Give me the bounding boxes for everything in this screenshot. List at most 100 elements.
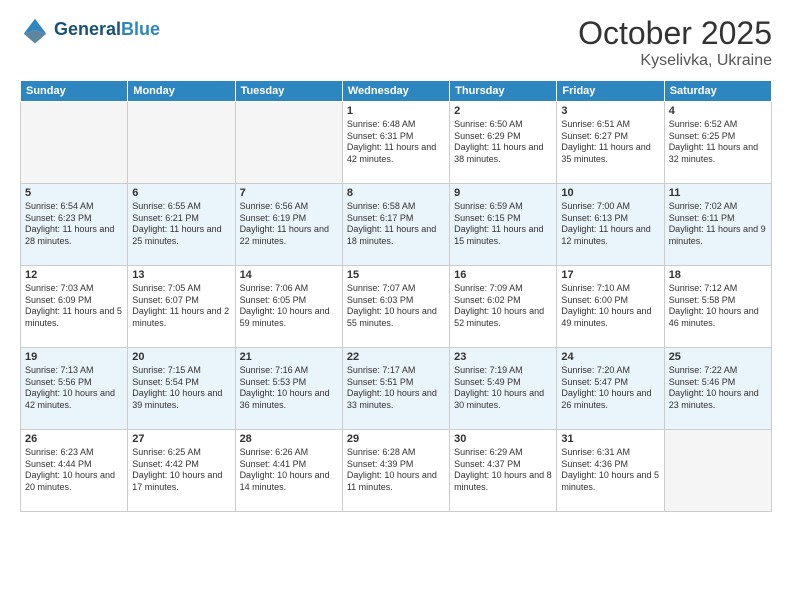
day-number: 9 — [454, 187, 552, 199]
calendar-cell: 1Sunrise: 6:48 AM Sunset: 6:31 PM Daylig… — [342, 102, 449, 184]
day-info: Sunrise: 6:50 AM Sunset: 6:29 PM Dayligh… — [454, 119, 552, 166]
day-info: Sunrise: 7:16 AM Sunset: 5:53 PM Dayligh… — [240, 365, 338, 412]
day-info: Sunrise: 6:48 AM Sunset: 6:31 PM Dayligh… — [347, 119, 445, 166]
calendar-cell: 22 Sunrise: 7:17 AM Sunset: 5:51 PM Dayli… — [342, 348, 449, 430]
week-row-4: 19 Sunrise: 7:13 AM Sunset: 5:56 PM Dayli… — [21, 348, 772, 430]
calendar-cell: 24Sunrise: 7:20 AM Sunset: 5:47 PM Dayli… — [557, 348, 664, 430]
day-info: Sunrise: 6:25 AM Sunset: 4:42 PM Dayligh… — [132, 447, 230, 494]
day-info: Sunrise: 6:31 AM Sunset: 4:36 PM Dayligh… — [561, 447, 659, 494]
calendar-cell: 15 Sunrise: 7:07 AM Sunset: 6:03 PM Dayli… — [342, 266, 449, 348]
day-number: 17 — [561, 269, 659, 281]
logo-line2: Blue — [121, 19, 160, 39]
day-info: Sunrise: 6:54 AM Sunset: 6:23 PM Dayligh… — [25, 201, 123, 248]
day-info: Sunrise: 7:09 AM Sunset: 6:02 PM Dayligh… — [454, 283, 552, 330]
calendar-cell — [21, 102, 128, 184]
calendar-cell: 26 Sunrise: 6:23 AM Sunset: 4:44 PM Dayli… — [21, 430, 128, 512]
week-row-1: 1Sunrise: 6:48 AM Sunset: 6:31 PM Daylig… — [21, 102, 772, 184]
day-number: 3 — [561, 105, 659, 117]
day-number: 11 — [669, 187, 767, 199]
day-number: 12 — [25, 269, 123, 281]
day-number: 28 — [240, 433, 338, 445]
day-number: 29 — [347, 433, 445, 445]
day-number: 16 — [454, 269, 552, 281]
calendar-cell: 3 Sunrise: 6:51 AM Sunset: 6:27 PM Daylig… — [557, 102, 664, 184]
day-number: 7 — [240, 187, 338, 199]
calendar-cell: 6 Sunrise: 6:55 AM Sunset: 6:21 PM Daylig… — [128, 184, 235, 266]
calendar-cell: 2 Sunrise: 6:50 AM Sunset: 6:29 PM Daylig… — [450, 102, 557, 184]
calendar-cell: 29 Sunrise: 6:28 AM Sunset: 4:39 PM Dayli… — [342, 430, 449, 512]
calendar-cell: 12 Sunrise: 7:03 AM Sunset: 6:09 PM Dayli… — [21, 266, 128, 348]
calendar-cell: 30Sunrise: 6:29 AM Sunset: 4:37 PM Dayli… — [450, 430, 557, 512]
day-number: 22 — [347, 351, 445, 363]
day-info: Sunrise: 7:00 AM Sunset: 6:13 PM Dayligh… — [561, 201, 659, 248]
title-block: October 2025 Kyselivka, Ukraine — [578, 15, 772, 70]
day-number: 10 — [561, 187, 659, 199]
day-number: 2 — [454, 105, 552, 117]
day-info: Sunrise: 6:51 AM Sunset: 6:27 PM Dayligh… — [561, 119, 659, 166]
day-number: 20 — [132, 351, 230, 363]
page: GeneralBlue October 2025 Kyselivka, Ukra… — [0, 0, 792, 612]
day-number: 27 — [132, 433, 230, 445]
week-row-2: 5 Sunrise: 6:54 AM Sunset: 6:23 PM Daylig… — [21, 184, 772, 266]
day-info: Sunrise: 7:06 AM Sunset: 6:05 PM Dayligh… — [240, 283, 338, 330]
weekday-header-monday: Monday — [128, 81, 235, 102]
day-number: 18 — [669, 269, 767, 281]
day-info: Sunrise: 7:10 AM Sunset: 6:00 PM Dayligh… — [561, 283, 659, 330]
day-info: Sunrise: 7:22 AM Sunset: 5:46 PM Dayligh… — [669, 365, 767, 412]
weekday-header-wednesday: Wednesday — [342, 81, 449, 102]
calendar-cell: 18 Sunrise: 7:12 AM Sunset: 5:58 PM Dayli… — [664, 266, 771, 348]
day-info: Sunrise: 7:03 AM Sunset: 6:09 PM Dayligh… — [25, 283, 123, 330]
day-info: Sunrise: 6:52 AM Sunset: 6:25 PM Dayligh… — [669, 119, 767, 166]
day-info: Sunrise: 7:15 AM Sunset: 5:54 PM Dayligh… — [132, 365, 230, 412]
weekday-header-thursday: Thursday — [450, 81, 557, 102]
calendar-cell: 19 Sunrise: 7:13 AM Sunset: 5:56 PM Dayli… — [21, 348, 128, 430]
day-info: Sunrise: 7:20 AM Sunset: 5:47 PM Dayligh… — [561, 365, 659, 412]
day-info: Sunrise: 7:13 AM Sunset: 5:56 PM Dayligh… — [25, 365, 123, 412]
day-number: 13 — [132, 269, 230, 281]
calendar-cell: 14 Sunrise: 7:06 AM Sunset: 6:05 PM Dayli… — [235, 266, 342, 348]
calendar-cell: 21Sunrise: 7:16 AM Sunset: 5:53 PM Dayli… — [235, 348, 342, 430]
day-info: Sunrise: 7:12 AM Sunset: 5:58 PM Dayligh… — [669, 283, 767, 330]
logo-icon — [20, 15, 50, 45]
calendar-cell: 9Sunrise: 6:59 AM Sunset: 6:15 PM Daylig… — [450, 184, 557, 266]
day-number: 15 — [347, 269, 445, 281]
day-number: 26 — [25, 433, 123, 445]
logo-text: GeneralBlue — [54, 20, 160, 40]
day-info: Sunrise: 6:23 AM Sunset: 4:44 PM Dayligh… — [25, 447, 123, 494]
day-number: 5 — [25, 187, 123, 199]
weekday-header-row: SundayMondayTuesdayWednesdayThursdayFrid… — [21, 81, 772, 102]
weekday-header-sunday: Sunday — [21, 81, 128, 102]
calendar-cell — [128, 102, 235, 184]
day-number: 30 — [454, 433, 552, 445]
calendar-cell — [235, 102, 342, 184]
day-number: 14 — [240, 269, 338, 281]
calendar: SundayMondayTuesdayWednesdayThursdayFrid… — [20, 80, 772, 512]
day-info: Sunrise: 7:07 AM Sunset: 6:03 PM Dayligh… — [347, 283, 445, 330]
week-row-5: 26 Sunrise: 6:23 AM Sunset: 4:44 PM Dayli… — [21, 430, 772, 512]
day-info: Sunrise: 6:28 AM Sunset: 4:39 PM Dayligh… — [347, 447, 445, 494]
calendar-cell: 16 Sunrise: 7:09 AM Sunset: 6:02 PM Dayli… — [450, 266, 557, 348]
location-title: Kyselivka, Ukraine — [578, 52, 772, 70]
calendar-cell: 10 Sunrise: 7:00 AM Sunset: 6:13 PM Dayli… — [557, 184, 664, 266]
day-number: 8 — [347, 187, 445, 199]
calendar-cell: 23Sunrise: 7:19 AM Sunset: 5:49 PM Dayli… — [450, 348, 557, 430]
calendar-cell: 28Sunrise: 6:26 AM Sunset: 4:41 PM Dayli… — [235, 430, 342, 512]
calendar-cell: 4 Sunrise: 6:52 AM Sunset: 6:25 PM Daylig… — [664, 102, 771, 184]
calendar-cell: 31Sunrise: 6:31 AM Sunset: 4:36 PM Dayli… — [557, 430, 664, 512]
logo: GeneralBlue — [20, 15, 160, 45]
day-number: 4 — [669, 105, 767, 117]
month-title: October 2025 — [578, 15, 772, 52]
calendar-cell: 5 Sunrise: 6:54 AM Sunset: 6:23 PM Daylig… — [21, 184, 128, 266]
calendar-cell: 20 Sunrise: 7:15 AM Sunset: 5:54 PM Dayli… — [128, 348, 235, 430]
weekday-header-friday: Friday — [557, 81, 664, 102]
day-info: Sunrise: 7:05 AM Sunset: 6:07 PM Dayligh… — [132, 283, 230, 330]
calendar-cell — [664, 430, 771, 512]
day-info: Sunrise: 6:55 AM Sunset: 6:21 PM Dayligh… — [132, 201, 230, 248]
day-number: 19 — [25, 351, 123, 363]
day-info: Sunrise: 7:02 AM Sunset: 6:11 PM Dayligh… — [669, 201, 767, 248]
header: GeneralBlue October 2025 Kyselivka, Ukra… — [20, 15, 772, 70]
day-info: Sunrise: 6:58 AM Sunset: 6:17 PM Dayligh… — [347, 201, 445, 248]
day-number: 6 — [132, 187, 230, 199]
day-info: Sunrise: 7:17 AM Sunset: 5:51 PM Dayligh… — [347, 365, 445, 412]
weekday-header-tuesday: Tuesday — [235, 81, 342, 102]
